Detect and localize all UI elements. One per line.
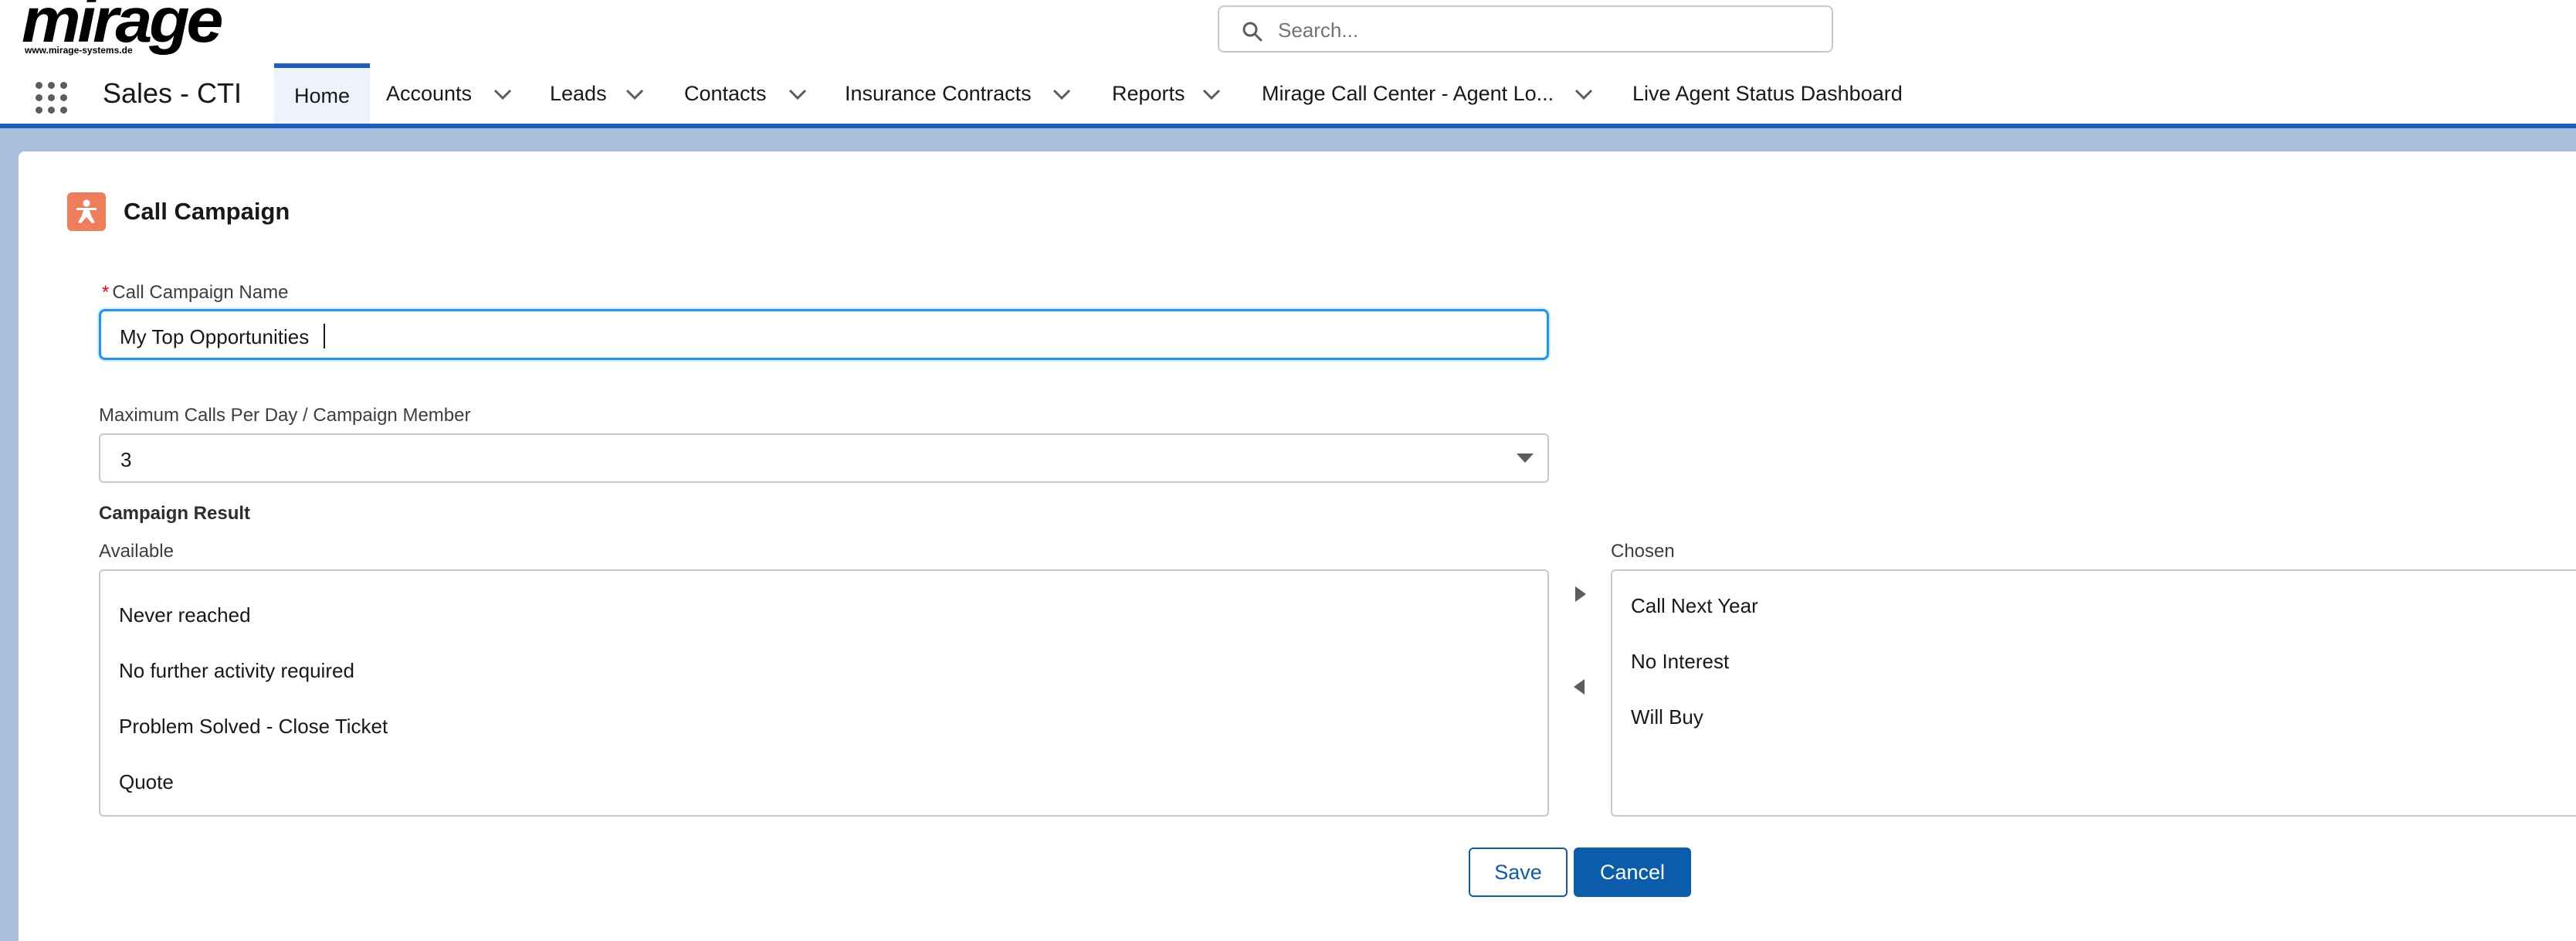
tab-live-agent-status-dashboard[interactable]: Live Agent Status Dashboard — [1632, 63, 1910, 124]
tab-label: Home — [293, 83, 351, 107]
list-item[interactable]: Never reached — [119, 603, 251, 627]
tab-label: Insurance Contracts — [845, 81, 1032, 105]
tab-leads[interactable]: Leads — [550, 63, 652, 124]
app-name: Sales - CTI — [103, 77, 242, 109]
list-item[interactable]: No Interest — [1631, 650, 1729, 674]
campaign-name-value: My Top Opportunities — [120, 325, 310, 348]
page-title: Call Campaign — [124, 198, 290, 225]
max-calls-value: 3 — [120, 448, 132, 471]
tab-reports[interactable]: Reports — [1112, 63, 1226, 124]
text-cursor — [324, 324, 325, 348]
chevron-down-icon[interactable] — [1052, 88, 1072, 100]
logo-url: www.mirage-systems.de — [25, 45, 133, 56]
global-search[interactable] — [1218, 5, 1833, 53]
available-label: Available — [99, 541, 174, 562]
chevron-down-icon[interactable] — [493, 88, 513, 100]
list-item[interactable]: Quote — [119, 770, 174, 794]
tab-label: Leads — [550, 81, 607, 105]
tab-label: Accounts — [386, 81, 473, 105]
tab-label: Contacts — [684, 81, 767, 105]
caret-down-icon — [1517, 454, 1534, 463]
tab-accounts[interactable]: Accounts — [386, 63, 517, 124]
campaign-result-heading: Campaign Result — [99, 503, 251, 524]
tab-contacts[interactable]: Contacts — [684, 63, 812, 124]
app-navigation-bar: Sales - CTI Home Accounts Leads Contacts… — [0, 63, 2576, 124]
tab-insurance-contracts[interactable]: Insurance Contracts — [845, 63, 1076, 124]
global-header: mirage www.mirage-systems.de — [0, 0, 2576, 63]
chosen-listbox[interactable]: Call Next Year No Interest Will Buy — [1611, 569, 2576, 817]
list-item[interactable]: Will Buy — [1631, 705, 1703, 729]
available-listbox[interactable]: Never reached No further activity requir… — [99, 569, 1549, 817]
chevron-down-icon[interactable] — [1574, 88, 1594, 100]
list-item[interactable]: Call Next Year — [1631, 594, 1758, 618]
save-button[interactable]: Save — [1469, 848, 1568, 897]
move-left-icon[interactable] — [1571, 676, 1589, 698]
company-logo[interactable]: mirage www.mirage-systems.de — [22, 0, 224, 60]
tab-mirage-call-center[interactable]: Mirage Call Center - Agent Lo... — [1262, 63, 1598, 124]
max-calls-select[interactable]: 3 — [99, 433, 1549, 483]
campaign-name-label-text: Call Campaign Name — [112, 282, 289, 303]
campaign-name-input[interactable]: My Top Opportunities — [99, 309, 1549, 360]
search-input[interactable] — [1276, 13, 1805, 47]
chevron-down-icon[interactable] — [1202, 88, 1222, 100]
tab-home[interactable]: Home — [274, 63, 370, 124]
list-item[interactable]: Problem Solved - Close Ticket — [119, 715, 388, 739]
app-launcher-icon[interactable] — [36, 82, 68, 114]
search-icon — [1242, 22, 1263, 42]
campaign-name-label: * Call Campaign Name — [102, 282, 288, 304]
call-campaign-panel — [19, 151, 2576, 941]
chevron-down-icon[interactable] — [625, 88, 645, 100]
move-right-icon[interactable] — [1571, 583, 1589, 605]
tab-label: Mirage Call Center - Agent Lo... — [1262, 81, 1554, 105]
campaign-icon — [67, 192, 106, 231]
required-marker: * — [102, 282, 110, 303]
max-calls-label: Maximum Calls Per Day / Campaign Member — [99, 405, 471, 426]
list-item[interactable]: No further activity required — [119, 659, 354, 683]
tab-label: Live Agent Status Dashboard — [1632, 81, 1903, 105]
cancel-button[interactable]: Cancel — [1574, 848, 1691, 897]
chosen-label: Chosen — [1611, 541, 1675, 562]
tab-label: Reports — [1112, 81, 1185, 105]
chevron-down-icon[interactable] — [788, 88, 808, 100]
